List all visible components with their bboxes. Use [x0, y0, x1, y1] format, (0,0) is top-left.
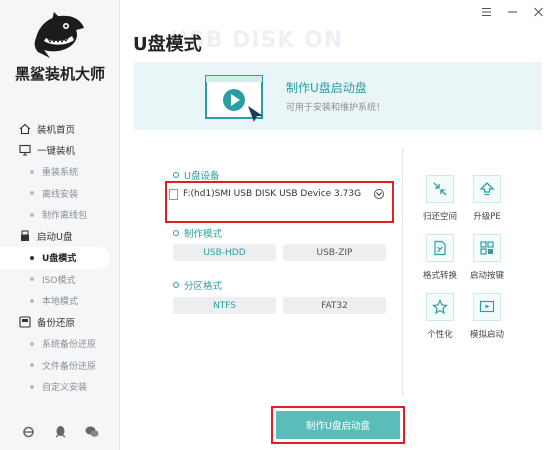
- banner: 制作U盘启动盘 可用于安装和维护系统！: [134, 62, 542, 130]
- sidebar-nav: 装机首页 一键装机 重装系统 离线安装 制作离线包 启动U盘 U盘模式 ISO模…: [0, 118, 120, 398]
- menu-icon[interactable]: [480, 6, 492, 18]
- sidebar-item-label: 本地模式: [42, 297, 79, 308]
- usb-device-value: F:(hd1)SMI USB DISK USB Device 3.73G: [183, 189, 362, 199]
- bullet-icon: [30, 341, 34, 346]
- tool-label: 格式转换: [422, 271, 457, 281]
- sidebar: 黑鲨装机大师 装机首页 一键装机 重装系统 离线安装 制作离线包 启动U盘 U盘…: [0, 0, 120, 450]
- sidebar-item-label: 制作离线包: [42, 211, 88, 222]
- make-mode-label: 制作模式: [173, 226, 222, 240]
- page-title: U盘模式: [133, 34, 202, 55]
- shark-logo: [34, 12, 84, 59]
- sidebar-item-local-mode[interactable]: 本地模式: [0, 290, 120, 312]
- usb-icon: [18, 230, 31, 243]
- usb-play-illustration-icon: [205, 75, 263, 122]
- partition-option-fat32[interactable]: FAT32: [283, 297, 386, 314]
- tool-label: 个性化: [427, 330, 453, 340]
- section-bullet-icon: [173, 172, 179, 178]
- brand-name: 黑鲨装机大师: [14, 65, 105, 83]
- wechat-icon[interactable]: [85, 424, 99, 438]
- boot-key-icon: [473, 234, 501, 262]
- personalize-icon: [426, 293, 454, 321]
- bullet-icon: [30, 212, 34, 217]
- sidebar-item-label: 备份还原: [37, 318, 76, 330]
- tool-label: 启动按键: [469, 271, 504, 281]
- usb-device-select[interactable]: F:(hd1)SMI USB DISK USB Device 3.73G: [169, 185, 387, 203]
- tool-upgrade-pe[interactable]: 升级PE: [460, 175, 514, 222]
- sidebar-item-one-click-install[interactable]: 一键装机: [0, 140, 120, 162]
- usb-device-label: U盘设备: [173, 168, 219, 182]
- sidebar-item-offline-install[interactable]: 离线安装: [0, 183, 120, 205]
- sidebar-item-label: 一键装机: [37, 146, 76, 158]
- make-mode-label-text: 制作模式: [184, 229, 223, 240]
- sidebar-item-iso-mode[interactable]: ISO模式: [0, 269, 120, 291]
- banner-subtitle: 可用于安装和维护系统！: [286, 103, 386, 113]
- bullet-icon: [30, 384, 34, 389]
- usb-device-label-text: U盘设备: [184, 171, 220, 182]
- sidebar-item-make-offline-pack[interactable]: 制作离线包: [0, 204, 120, 226]
- sidebar-item-usb-mode[interactable]: U盘模式: [0, 247, 110, 269]
- bullet-icon: [30, 255, 34, 260]
- file-icon: [169, 188, 178, 200]
- mode-option-usb-zip[interactable]: USB-ZIP: [283, 244, 386, 261]
- sidebar-item-system-backup[interactable]: 系统备份还原: [0, 333, 120, 355]
- sidebar-item-label: ISO模式: [42, 275, 76, 286]
- bullet-icon: [30, 363, 34, 368]
- sidebar-item-label: 文件备份还原: [42, 361, 97, 372]
- sidebar-footer: [0, 424, 120, 438]
- tool-label: 模拟启动: [469, 330, 504, 340]
- chevron-down-icon[interactable]: [374, 189, 384, 199]
- tool-boot-key[interactable]: 启动按键: [460, 234, 514, 281]
- bullet-icon: [30, 169, 34, 174]
- tool-label: 升级PE: [473, 212, 501, 222]
- sidebar-item-label: 系统备份还原: [42, 340, 97, 351]
- sidebar-item-home[interactable]: 装机首页: [0, 118, 120, 140]
- minimize-icon[interactable]: [506, 6, 518, 18]
- close-icon[interactable]: [532, 6, 544, 18]
- tool-label: 归还空间: [422, 212, 457, 222]
- window-controls: [480, 6, 544, 18]
- make-usb-boot-disk-button[interactable]: 制作U盘启动盘: [276, 411, 400, 439]
- partition-format-label-text: 分区格式: [184, 281, 223, 292]
- simulate-boot-icon: [473, 293, 501, 321]
- format-convert-icon: [426, 234, 454, 262]
- bullet-icon: [30, 277, 34, 282]
- bullet-icon: [30, 191, 34, 196]
- sidebar-item-label: 自定义安装: [42, 383, 88, 394]
- sidebar-item-label: 启动U盘: [37, 232, 73, 244]
- upgrade-pe-icon: [473, 175, 501, 203]
- tool-personalize[interactable]: 个性化: [413, 293, 467, 340]
- sidebar-item-file-backup[interactable]: 文件备份还原: [0, 355, 120, 377]
- restore-space-icon: [426, 175, 454, 203]
- vertical-divider: [402, 148, 403, 396]
- sidebar-item-custom-install[interactable]: 自定义安装: [0, 376, 120, 398]
- mode-option-usb-hdd[interactable]: USB-HDD: [173, 244, 276, 261]
- sidebar-item-label: 重装系统: [42, 168, 79, 179]
- sidebar-item-backup-restore[interactable]: 备份还原: [0, 312, 120, 334]
- sidebar-item-reinstall-system[interactable]: 重装系统: [0, 161, 120, 183]
- home-icon: [18, 122, 31, 135]
- tool-simulate-boot[interactable]: 模拟启动: [460, 293, 514, 340]
- ie-icon[interactable]: [21, 424, 35, 438]
- partition-option-ntfs[interactable]: NTFS: [173, 297, 276, 314]
- sidebar-item-label: U盘模式: [42, 254, 77, 265]
- section-bullet-icon: [173, 282, 179, 288]
- qq-icon[interactable]: [53, 424, 67, 438]
- backup-icon: [18, 316, 31, 329]
- bullet-icon: [30, 298, 34, 303]
- sidebar-item-label: 离线安装: [42, 189, 79, 200]
- monitor-icon: [18, 144, 31, 157]
- tool-restore-space[interactable]: 归还空间: [413, 175, 467, 222]
- sidebar-item-boot-usb[interactable]: 启动U盘: [0, 226, 120, 248]
- sidebar-item-label: 装机首页: [37, 124, 76, 136]
- tool-format-convert[interactable]: 格式转换: [413, 234, 467, 281]
- partition-format-label: 分区格式: [173, 278, 222, 292]
- banner-title: 制作U盘启动盘: [286, 81, 367, 95]
- section-bullet-icon: [173, 230, 179, 236]
